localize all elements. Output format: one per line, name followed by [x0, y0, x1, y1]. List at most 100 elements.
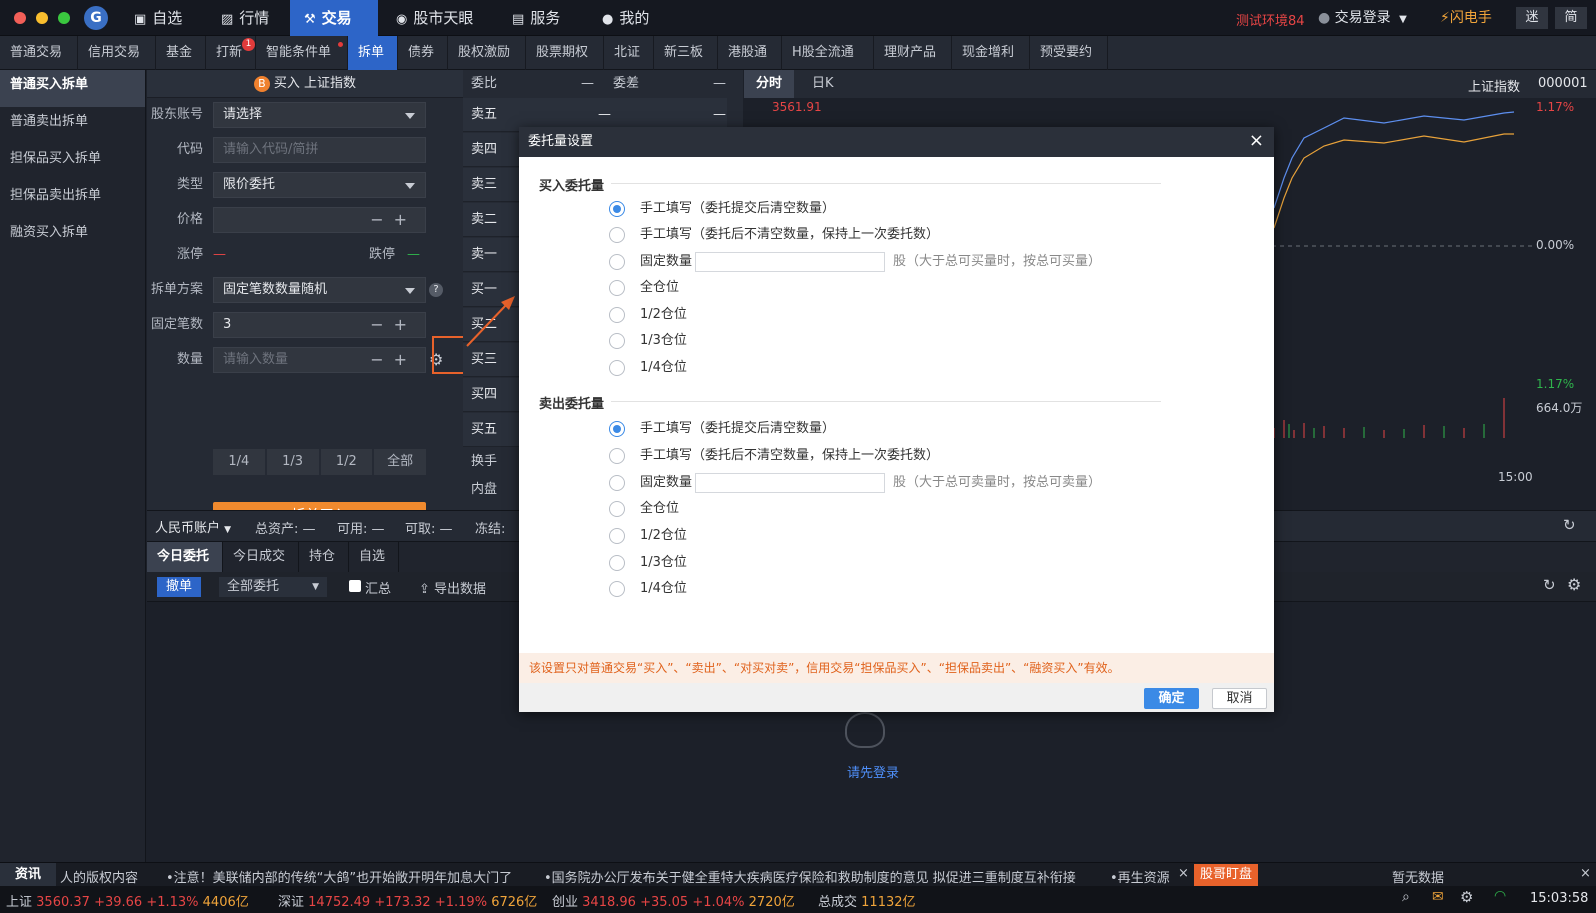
- sell-option-radio-5[interactable]: [609, 555, 625, 571]
- news-item[interactable]: •国务院办公厅发布关于健全重特大疾病医疗保险和救助制度的意见 拟促进三重制度互补…: [544, 867, 1096, 886]
- sell-option-radio-0[interactable]: [609, 421, 625, 437]
- chevron-down-icon: [405, 183, 415, 189]
- subnav-cash[interactable]: 现金增利: [952, 36, 1030, 70]
- index-sz[interactable]: 深证 14752.49 +173.32 +1.19% 6726亿: [278, 891, 537, 910]
- subnav-options[interactable]: 股票期权: [526, 36, 604, 70]
- news-ticker: 资讯 人的版权内容 •注意！美联储内部的传统“大鸽”也开始敞开明年加息大门了 •…: [0, 862, 1596, 887]
- subnav-fund[interactable]: 基金: [156, 36, 206, 70]
- gear-icon[interactable]: ⚙: [1460, 888, 1473, 906]
- subnav-bse[interactable]: 北证: [604, 36, 654, 70]
- news-item[interactable]: •再生资源: [1110, 867, 1170, 886]
- sell-option-radio-1[interactable]: [609, 448, 625, 464]
- confirm-button[interactable]: 确定: [1144, 688, 1199, 709]
- help-icon[interactable]: ?: [429, 283, 443, 297]
- cancel-button[interactable]: 取消: [1212, 688, 1267, 709]
- cancel-order-button[interactable]: 撤单: [157, 577, 201, 597]
- subnav-normal[interactable]: 普通交易: [0, 36, 78, 70]
- subnav-hk-connect[interactable]: 港股通: [718, 36, 782, 70]
- split-plan-select[interactable]: 固定笔数数量随机: [213, 277, 426, 303]
- search-icon[interactable]: ⌕: [1402, 889, 1410, 905]
- buy-option-radio-1[interactable]: [609, 227, 625, 243]
- close-icon[interactable]: ×: [1580, 866, 1591, 881]
- fraction-half-button[interactable]: 1/2: [320, 449, 373, 475]
- nav-mine[interactable]: ● 我的: [588, 0, 663, 36]
- news-item[interactable]: •注意！美联储内部的传统“大鸽”也开始敞开明年加息大门了: [166, 867, 512, 886]
- index-sh[interactable]: 上证 3560.37 +39.66 +1.13% 4406亿: [6, 891, 249, 910]
- close-icon[interactable]: ×: [1249, 131, 1264, 151]
- subnav-split[interactable]: 拆单: [348, 36, 398, 70]
- fraction-third-button[interactable]: 1/3: [266, 449, 319, 475]
- order-type-select[interactable]: 限价委托: [213, 172, 426, 198]
- minus-plus-icon[interactable]: −+: [370, 313, 417, 337]
- login-prompt-link[interactable]: 请先登录: [847, 762, 899, 781]
- tab-today-trades[interactable]: 今日成交: [223, 542, 299, 572]
- subnav-ipo[interactable]: 打新 1: [206, 36, 256, 70]
- sell-option-radio-3[interactable]: [609, 501, 625, 517]
- tab-intraday[interactable]: 分时: [744, 70, 795, 98]
- buy-option-radio-0[interactable]: [609, 201, 625, 217]
- flash-trade-button[interactable]: ⚡闪电手: [1440, 0, 1492, 36]
- sell-option-radio-2[interactable]: [609, 475, 625, 491]
- sidebar-item-collateral-buy[interactable]: 担保品买入拆单: [0, 144, 145, 181]
- fraction-quarter-button[interactable]: 1/4: [213, 449, 265, 475]
- quantity-stepper[interactable]: 请输入数量 −+: [213, 347, 426, 373]
- mid-pct-label: 0.00%: [1536, 238, 1575, 252]
- close-window-icon[interactable]: [14, 12, 26, 24]
- trade-login-button[interactable]: ● 交易登录 ▼: [1318, 0, 1438, 36]
- tab-daily-k[interactable]: 日K: [800, 70, 846, 98]
- sidebar-item-margin-buy[interactable]: 融资买入拆单: [0, 218, 145, 255]
- sell-option-radio-6[interactable]: [609, 581, 625, 597]
- export-button[interactable]: ⇪ 导出数据: [419, 578, 486, 597]
- subnav-tender[interactable]: 预受要约: [1030, 36, 1108, 70]
- order-filter-select[interactable]: 全部委托 ▼: [219, 577, 327, 597]
- sidebar-item-collateral-sell[interactable]: 担保品卖出拆单: [0, 181, 145, 218]
- buy-option-radio-5[interactable]: [609, 333, 625, 349]
- summary-checkbox[interactable]: [349, 580, 361, 592]
- minus-plus-icon[interactable]: −+: [370, 208, 417, 232]
- subnav-bond[interactable]: 债券: [398, 36, 448, 70]
- nav-trade[interactable]: ⚒ 交易: [290, 0, 378, 36]
- nav-market[interactable]: ▨ 行情: [207, 0, 283, 36]
- sell-option-radio-4[interactable]: [609, 528, 625, 544]
- buy-option-radio-3[interactable]: [609, 280, 625, 296]
- tab-today-orders[interactable]: 今日委托: [147, 542, 223, 572]
- sidebar-item-normal-buy[interactable]: 普通买入拆单: [0, 70, 145, 107]
- minimize-window-icon[interactable]: [36, 12, 48, 24]
- tab-positions[interactable]: 持仓: [299, 542, 349, 572]
- buy-option-radio-4[interactable]: [609, 307, 625, 323]
- subnav-credit[interactable]: 信用交易: [78, 36, 156, 70]
- nav-service[interactable]: ▤ 服务: [498, 0, 574, 36]
- fixed-count-stepper[interactable]: 3 −+: [213, 312, 426, 338]
- gear-icon[interactable]: ⚙: [1567, 575, 1581, 594]
- currency-select[interactable]: 人民币账户 ▼: [155, 517, 231, 536]
- close-icon[interactable]: ×: [1178, 866, 1189, 881]
- mail-icon[interactable]: ✉: [1432, 889, 1444, 905]
- maximize-window-icon[interactable]: [58, 12, 70, 24]
- nav-sky-eye[interactable]: ◉ 股市天眼: [382, 0, 487, 36]
- account-select[interactable]: 请选择: [213, 102, 426, 128]
- nav-watchlist[interactable]: ▣ 自选: [120, 0, 196, 36]
- simplified-mode-button[interactable]: 简: [1555, 7, 1587, 29]
- tab-watchlist[interactable]: 自选: [349, 542, 399, 572]
- code-input[interactable]: 请输入代码/简拼: [213, 137, 426, 163]
- stock-watch-tag[interactable]: 股哥盯盘: [1194, 864, 1259, 886]
- buy-badge-icon: B: [253, 76, 270, 92]
- subnav-wealth[interactable]: 理财产品: [874, 36, 952, 70]
- buy-option-radio-6[interactable]: [609, 360, 625, 376]
- price-stepper[interactable]: −+: [213, 207, 426, 233]
- news-item[interactable]: 人的版权内容: [60, 867, 138, 886]
- subnav-smart-order[interactable]: 智能条件单: [256, 36, 348, 70]
- minus-plus-icon[interactable]: −+: [370, 348, 417, 372]
- mini-mode-button[interactable]: 迷: [1516, 7, 1548, 29]
- sidebar-item-normal-sell[interactable]: 普通卖出拆单: [0, 107, 145, 144]
- subnav-equity-incentive[interactable]: 股权激励: [448, 36, 526, 70]
- buy-option-radio-2[interactable]: [609, 254, 625, 270]
- fraction-all-button[interactable]: 全部: [374, 449, 426, 475]
- subnav-neeq[interactable]: 新三板: [654, 36, 718, 70]
- refresh-icon[interactable]: ↻: [1563, 516, 1576, 534]
- refresh-icon[interactable]: ↻: [1543, 576, 1556, 594]
- buy-fixed-quantity-input[interactable]: [695, 252, 885, 272]
- sell-fixed-quantity-input[interactable]: [695, 473, 885, 493]
- index-cy[interactable]: 创业 3418.96 +35.05 +1.04% 2720亿: [552, 891, 795, 910]
- subnav-h-share[interactable]: H股全流通: [782, 36, 874, 70]
